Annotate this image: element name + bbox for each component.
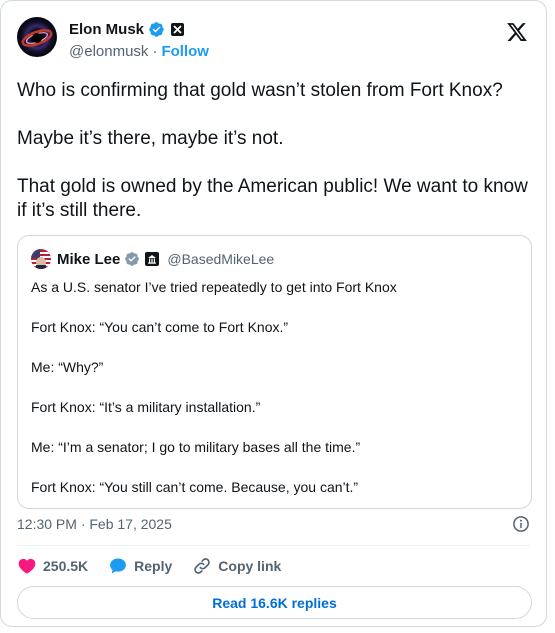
author-name-row: Elon Musk bbox=[69, 21, 185, 38]
quoted-verified-badge-icon bbox=[124, 251, 141, 268]
heart-icon bbox=[17, 556, 37, 576]
follow-button[interactable]: Follow bbox=[161, 43, 209, 60]
like-count: 250.5K bbox=[43, 558, 89, 574]
like-button[interactable]: 250.5K bbox=[17, 556, 88, 576]
quoted-paragraph: As a U.S. senator I’ve tried repeatedly … bbox=[31, 279, 397, 295]
x-logo-icon[interactable] bbox=[506, 21, 528, 43]
quoted-author-name: Mike Lee bbox=[57, 250, 121, 268]
verified-badge-icon bbox=[148, 21, 165, 38]
quoted-paragraph: Fort Knox: “You can’t come to Fort Knox.… bbox=[31, 319, 289, 335]
author-handle-row: @elonmusk · Follow bbox=[69, 43, 209, 60]
link-icon bbox=[192, 556, 212, 576]
tweet-header: Elon Musk @elonmusk · Follow bbox=[17, 17, 530, 67]
government-badge-icon bbox=[145, 252, 160, 266]
separator-dot: · bbox=[152, 43, 158, 60]
quoted-paragraph: Me: “I’m a senator; I go to military bas… bbox=[31, 439, 361, 455]
info-icon[interactable] bbox=[512, 515, 530, 533]
tweet-text: Who is confirming that gold wasn’t stole… bbox=[17, 80, 528, 221]
divider bbox=[17, 545, 530, 546]
quoted-author-avatar bbox=[31, 249, 51, 269]
quoted-paragraph: Fort Knox: “It’s a military installation… bbox=[31, 399, 261, 415]
action-bar: 250.5K Reply Copy link bbox=[17, 556, 301, 576]
author-display-name[interactable]: Elon Musk bbox=[69, 21, 144, 38]
reply-bubble-icon bbox=[108, 556, 128, 576]
affiliate-x-icon bbox=[171, 23, 185, 36]
copy-link-button[interactable]: Copy link bbox=[192, 556, 281, 576]
author-avatar[interactable] bbox=[17, 17, 57, 57]
copy-link-label: Copy link bbox=[218, 558, 282, 574]
author-handle[interactable]: @elonmusk bbox=[69, 43, 148, 60]
quoted-tweet-text: As a U.S. senator I’ve tried repeatedly … bbox=[31, 277, 521, 497]
tweet-timestamp[interactable]: 12:30 PM · Feb 17, 2025 bbox=[17, 516, 172, 532]
reply-button[interactable]: Reply bbox=[108, 556, 172, 576]
read-replies-button[interactable]: Read 16.6K replies bbox=[17, 586, 532, 619]
quoted-paragraph: Fort Knox: “You still can’t come. Becaus… bbox=[31, 479, 359, 495]
tweet-card: Elon Musk @elonmusk · Follow Who is conf… bbox=[0, 0, 547, 627]
quoted-tweet[interactable]: Mike Lee @BasedMikeLee As a U.S. senator… bbox=[17, 235, 532, 509]
reply-label: Reply bbox=[134, 558, 173, 574]
quoted-paragraph: Me: “Why?” bbox=[31, 359, 104, 375]
quoted-tweet-header: Mike Lee @BasedMikeLee bbox=[31, 249, 274, 269]
quoted-author-handle: @BasedMikeLee bbox=[167, 251, 275, 267]
